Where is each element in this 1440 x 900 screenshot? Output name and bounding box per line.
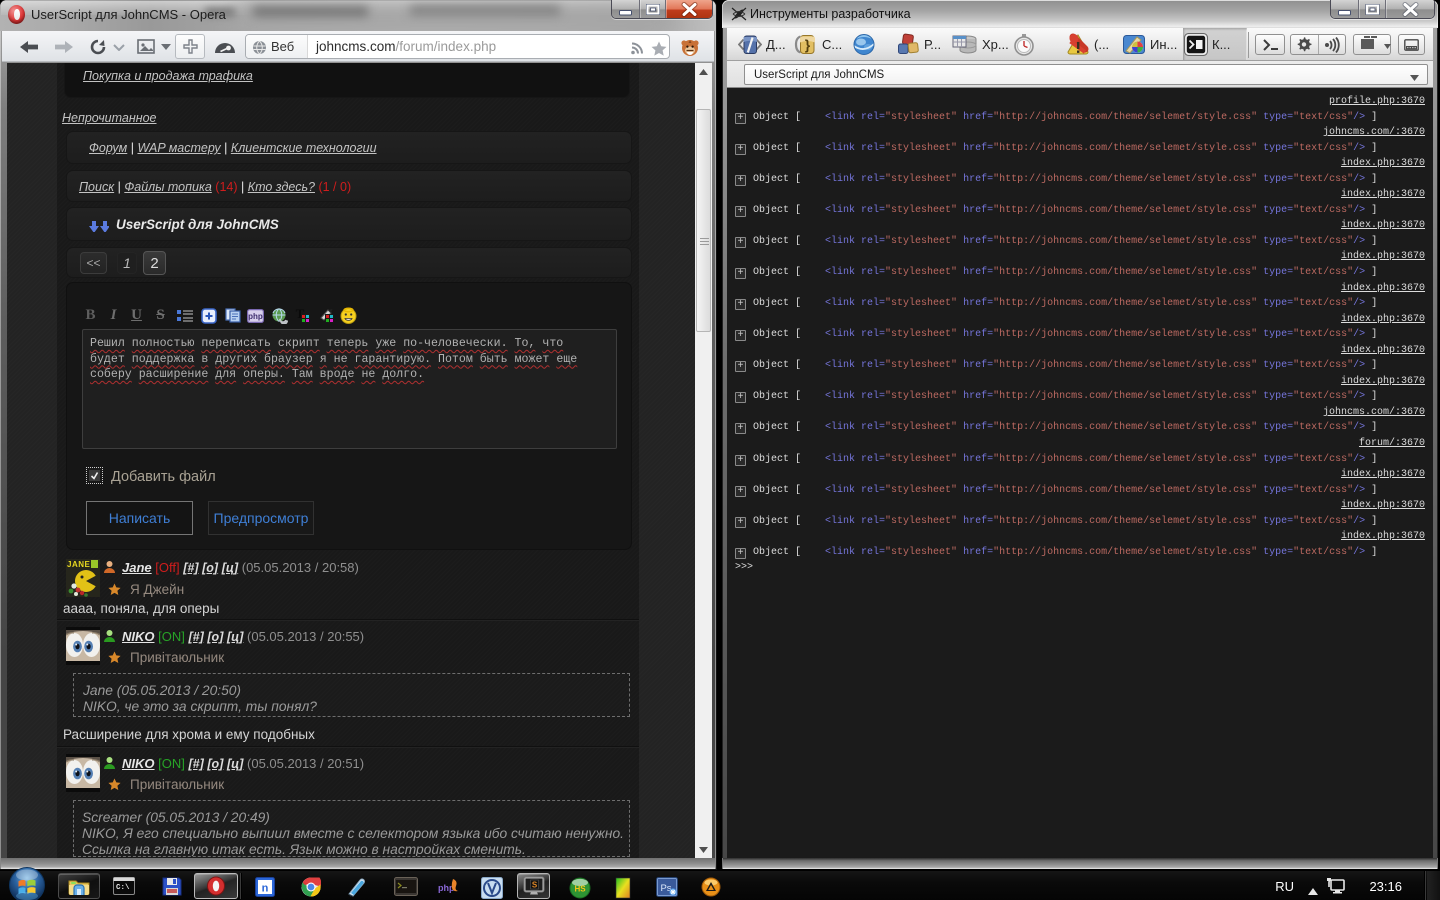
svg-text:JANE: JANE [67, 560, 91, 569]
svg-text:C:\: C:\ [116, 884, 130, 892]
svg-text:S: S [532, 881, 538, 890]
svg-text:n: n [262, 883, 269, 895]
svg-text:HS: HS [574, 885, 586, 894]
svg-text:}: } [805, 37, 811, 53]
svg-text:php: php [248, 312, 263, 321]
